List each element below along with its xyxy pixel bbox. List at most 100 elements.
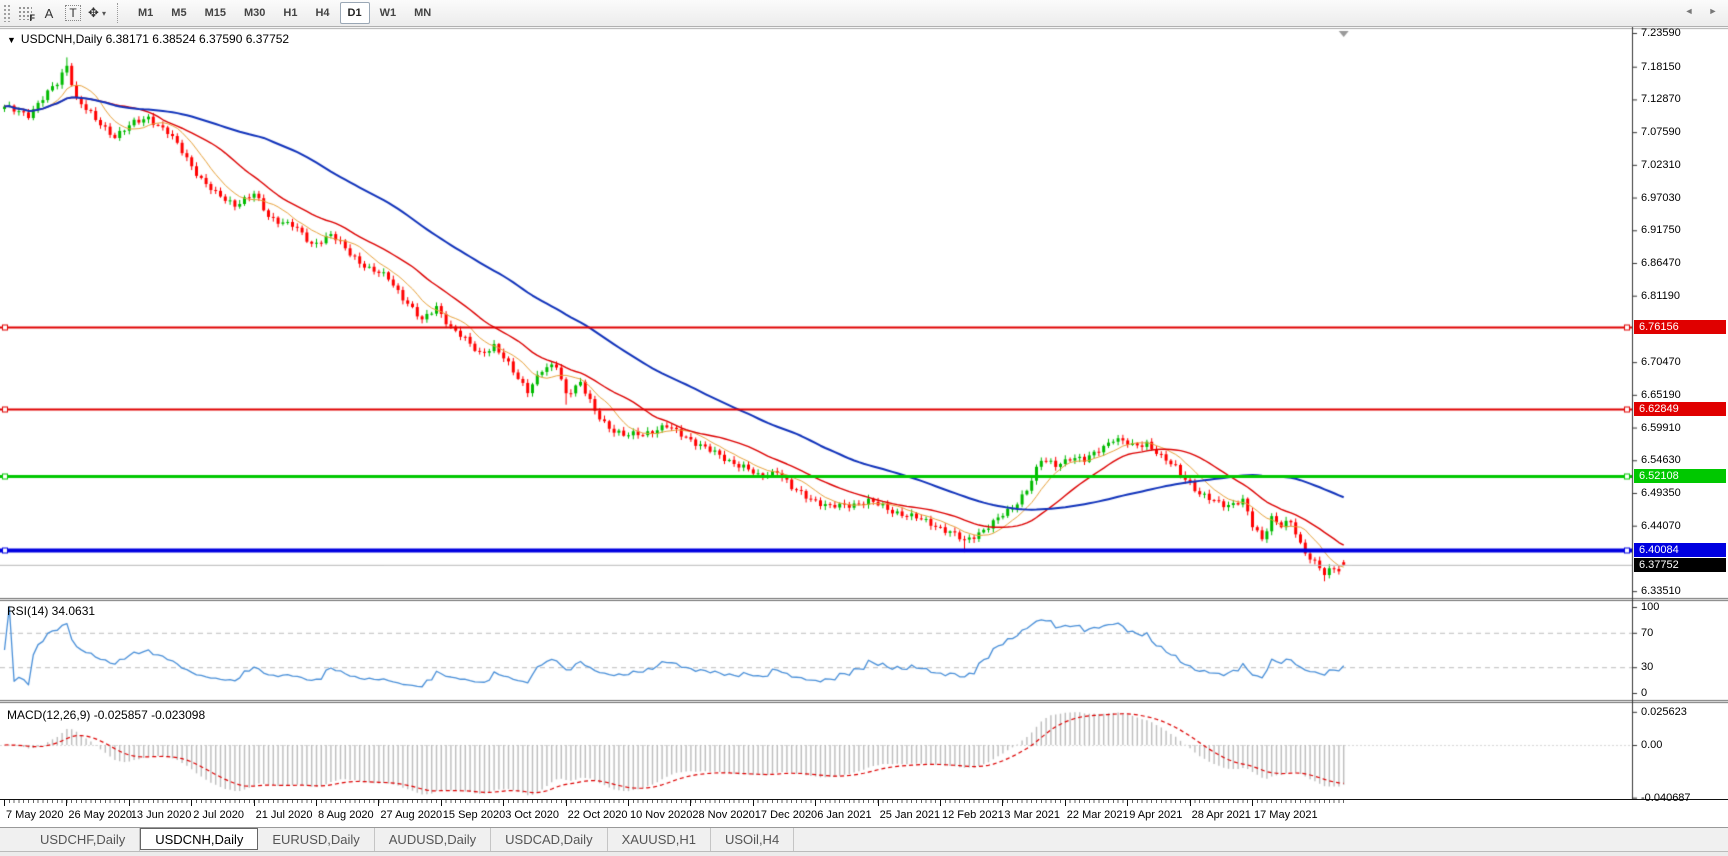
date-label: 8 Aug 2020 — [318, 809, 374, 821]
price-axis-tick: 6.81190 — [1641, 289, 1680, 302]
rsi-axis-tick: 30 — [1641, 661, 1654, 674]
text-label-icon[interactable]: A — [38, 3, 60, 24]
price-level-badge: 6.52108 — [1634, 468, 1726, 483]
tab-scroll-right-icon[interactable]: ► — [1706, 4, 1720, 18]
timeframe-button-mn[interactable]: MN — [406, 2, 439, 24]
rsi-axis-tick: 100 — [1641, 601, 1660, 613]
date-label: 17 Dec 2020 — [754, 809, 818, 821]
price-axis-tick: 7.07590 — [1641, 126, 1681, 139]
price-axis-tick: 7.23590 — [1641, 27, 1681, 39]
date-label: 9 Apr 2021 — [1129, 809, 1183, 821]
date-label: 12 Feb 2021 — [942, 809, 1004, 821]
date-tick — [940, 800, 941, 806]
timeframe-button-d1[interactable]: D1 — [339, 2, 370, 24]
timeframe-button-h4[interactable]: H4 — [307, 2, 337, 24]
mt4-application: F A T ✥ ▾ M1 M5 M15 M30 H1 H4 D1 W1 MN ▼ USDCNH,Da… — [0, 0, 1728, 856]
date-label: 13 Jun 2020 — [130, 809, 192, 821]
date-label: 21 Jul 2020 — [255, 809, 313, 821]
timeframe-button-w1[interactable]: W1 — [372, 2, 405, 24]
price-axis-tick: 6.97030 — [1641, 191, 1681, 204]
price-axis-tick: 6.59910 — [1641, 421, 1681, 434]
date-tick — [815, 800, 817, 806]
date-tick — [1064, 800, 1066, 806]
date-tick — [316, 800, 317, 806]
macd-axis-tick: 0.00 — [1641, 739, 1663, 751]
date-label: 27 Aug 2020 — [380, 809, 443, 821]
chart-tab-audusd[interactable]: AUDUSD,Daily — [375, 828, 492, 851]
toolbar: F A T ✥ ▾ M1 M5 M15 M30 H1 H4 D1 W1 MN — [0, 0, 1728, 27]
rsi-indicator-label: RSI(14) 34.0631 — [7, 604, 96, 618]
macd-axis-tick: -0.040687 — [1641, 791, 1691, 804]
chart-tab-usoil[interactable]: USOil,H4 — [711, 828, 795, 851]
date-tick — [628, 800, 629, 806]
date-tick — [378, 800, 380, 806]
toolbar-separator — [117, 3, 123, 23]
timeframe-button-m5[interactable]: M5 — [163, 2, 194, 24]
price-level-badge: 6.37752 — [1634, 557, 1726, 572]
window-bottom-strip — [0, 851, 1728, 856]
chart-tab-usdchf[interactable]: USDCHF,Daily — [26, 828, 141, 851]
timeframe-button-h1[interactable]: H1 — [275, 2, 305, 24]
fibonacci-tool-icon[interactable]: F — [14, 3, 36, 24]
price-axis-tick: 7.02310 — [1641, 158, 1681, 171]
date-label: 28 Apr 2021 — [1191, 809, 1251, 821]
chart-tab-bar: USDCHF,Daily USDCNH,Daily EURUSD,Daily AUDU… — [0, 827, 1728, 851]
chart-canvas[interactable] — [0, 27, 1728, 799]
price-axis-tick: 6.54630 — [1641, 454, 1681, 467]
price-axis-tick: 7.12870 — [1641, 93, 1681, 106]
rsi-axis-tick: 70 — [1641, 626, 1654, 639]
collapse-triangle-icon[interactable]: ▼ — [7, 35, 16, 45]
macd-axis-tick: 0.025623 — [1641, 705, 1687, 718]
macd-indicator-label: MACD(12,26,9) -0.025857 -0.023098 — [7, 708, 206, 722]
date-tick — [1002, 800, 1004, 806]
rsi-axis-tick: 0 — [1641, 687, 1648, 699]
timeframe-button-m1[interactable]: M1 — [130, 2, 161, 24]
date-label: 22 Oct 2020 — [567, 809, 628, 821]
date-tick — [503, 800, 505, 806]
arrows-tool-icon[interactable]: ✥ ▾ — [86, 3, 108, 24]
price-level-badge: 6.40084 — [1634, 543, 1726, 558]
date-label: 25 Jan 2021 — [879, 809, 941, 821]
date-label: 2 Jul 2020 — [193, 809, 244, 821]
date-label: 15 Sep 2020 — [442, 809, 506, 821]
text-box-icon[interactable]: T — [62, 3, 84, 24]
toolbar-grip[interactable] — [3, 4, 10, 22]
chart-tab-xauusd[interactable]: XAUUSD,H1 — [608, 828, 711, 851]
timeframe-buttons: M1 M5 M15 M30 H1 H4 D1 W1 MN — [129, 2, 440, 24]
date-tick — [253, 800, 255, 806]
chart-window: ▼ USDCNH,Daily 6.38171 6.38524 6.37590 6.… — [0, 27, 1728, 804]
price-axis-tick: 6.91750 — [1641, 224, 1681, 237]
fibonacci-grid-glyph: F — [18, 6, 35, 23]
dropdown-caret-icon[interactable]: ▾ — [102, 9, 106, 18]
date-axis: 7 May 2020 26 May 2020 13 Jun 2020 2 Jul 20… — [0, 799, 1728, 827]
date-label: 7 May 2020 — [6, 809, 64, 821]
chart-tab-eurusd[interactable]: EURUSD,Daily — [258, 828, 375, 851]
date-tick — [1189, 800, 1191, 806]
timeframe-button-m15[interactable]: M15 — [197, 2, 234, 24]
date-tick — [690, 800, 692, 806]
price-axis-tick: 6.33510 — [1641, 585, 1681, 598]
date-tick — [128, 800, 130, 806]
date-label: 3 Oct 2020 — [505, 809, 560, 821]
date-tick — [877, 800, 879, 806]
price-axis-tick: 7.18150 — [1641, 60, 1681, 73]
chart-title: ▼ USDCNH,Daily 6.38171 6.38524 6.37590 6.… — [7, 32, 289, 46]
date-tick — [440, 800, 442, 806]
date-tick — [565, 800, 567, 806]
price-level-badge: 6.62849 — [1634, 402, 1726, 417]
price-axis-tick: 6.44070 — [1641, 519, 1681, 532]
date-label: 26 May 2020 — [68, 809, 132, 821]
timeframe-button-m30[interactable]: M30 — [236, 2, 273, 24]
date-tick — [1252, 800, 1253, 806]
price-axis-tick: 6.70470 — [1641, 356, 1681, 369]
chart-title-text: USDCNH,Daily 6.38171 6.38524 6.37590 6.3… — [20, 32, 290, 46]
price-axis-tick: 6.86470 — [1641, 256, 1681, 269]
chart-tab-usdcnh[interactable]: USDCNH,Daily — [140, 828, 259, 850]
date-label: 28 Nov 2020 — [692, 809, 755, 821]
tab-scroll-left-icon[interactable]: ◄ — [1682, 4, 1696, 18]
date-tick — [4, 800, 5, 806]
date-tick — [191, 800, 193, 806]
date-axis-minor-ticks — [4, 800, 1346, 803]
date-label: 10 Nov 2020 — [630, 809, 693, 821]
chart-tab-usdcad[interactable]: USDCAD,Daily — [491, 828, 608, 851]
